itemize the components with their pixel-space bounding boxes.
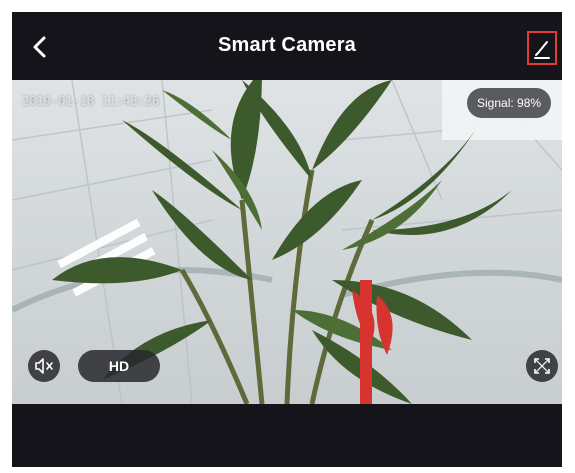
video-quality-button[interactable]: HD bbox=[78, 350, 160, 382]
edit-button[interactable] bbox=[527, 31, 557, 65]
video-timestamp: 2019-01-18 11:43:26 bbox=[22, 94, 160, 108]
camera-screen: Smart Camera 2019-01-18 11:43:26 Signal:… bbox=[12, 12, 562, 467]
fullscreen-icon bbox=[534, 358, 550, 374]
live-video-feed[interactable]: 2019-01-18 11:43:26 Signal: 98% HD bbox=[12, 80, 562, 404]
mute-button[interactable] bbox=[28, 350, 60, 382]
page: Smart Camera 2019-01-18 11:43:26 Signal:… bbox=[0, 0, 575, 473]
control-panel bbox=[12, 404, 562, 467]
top-bar: Smart Camera bbox=[12, 12, 562, 80]
page-title: Smart Camera bbox=[217, 34, 357, 56]
fullscreen-button[interactable] bbox=[526, 350, 558, 382]
pencil-icon bbox=[534, 41, 550, 59]
signal-strength-badge: Signal: 98% bbox=[467, 88, 552, 118]
speaker-muted-icon bbox=[35, 358, 53, 374]
